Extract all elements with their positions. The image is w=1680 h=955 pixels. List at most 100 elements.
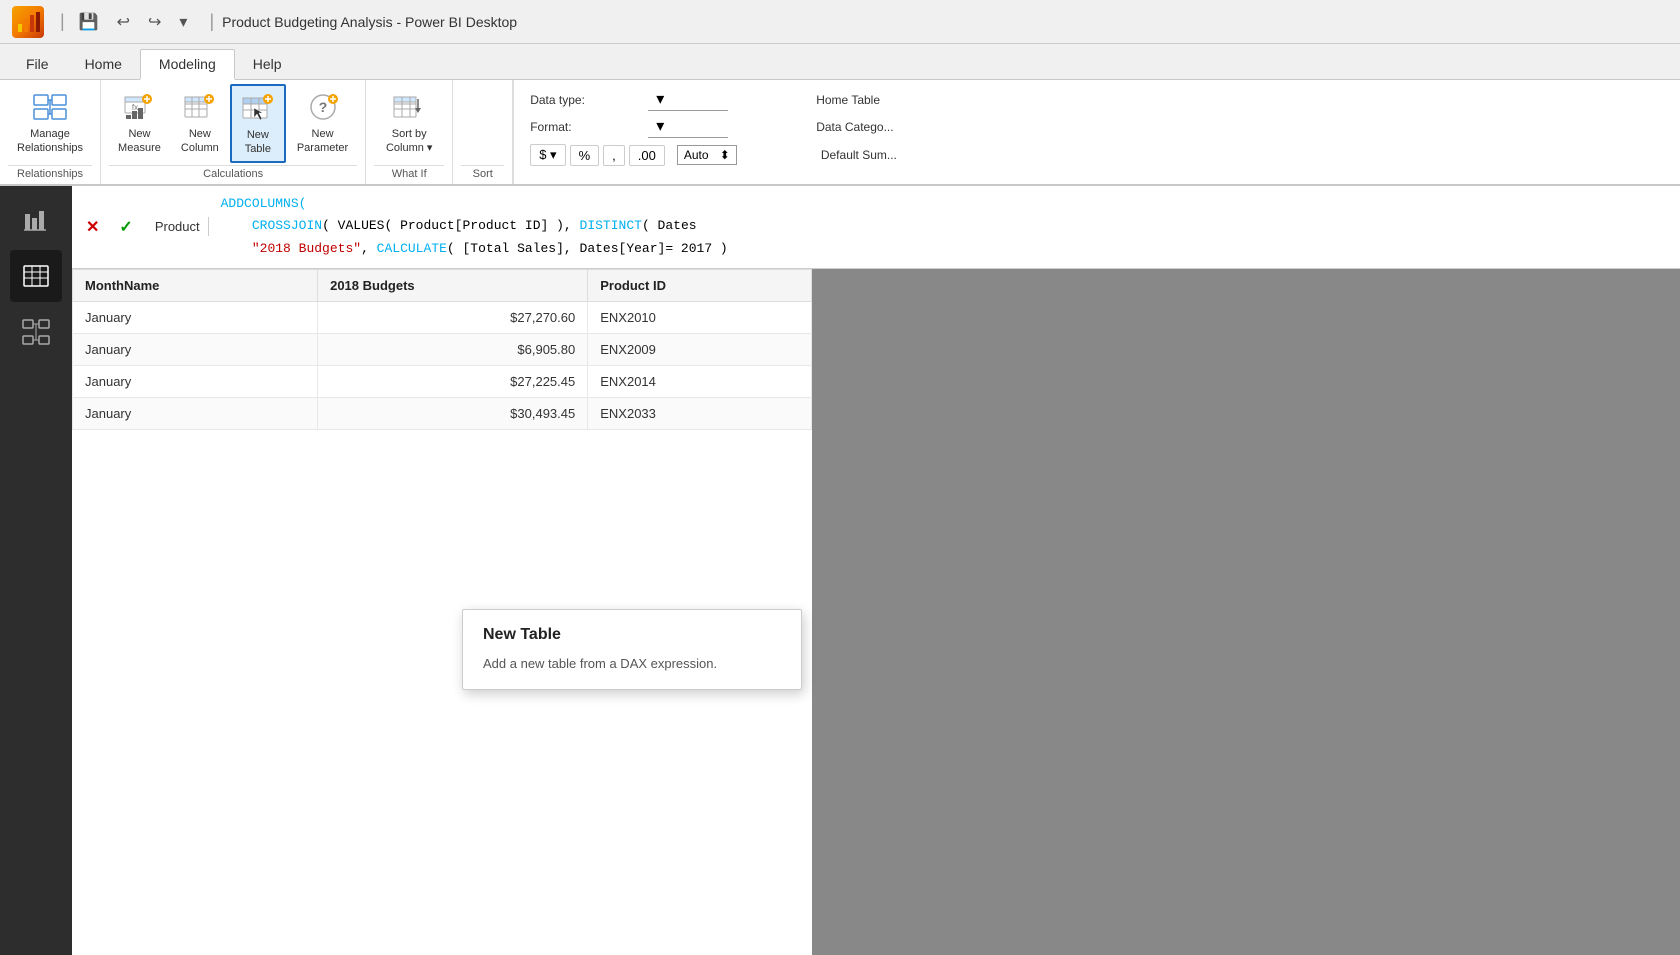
data-category-label: Data Catego... (816, 120, 893, 134)
formula-comma: , (361, 241, 377, 256)
new-measure-icon: fx (121, 89, 157, 125)
svg-text:?: ? (318, 99, 327, 115)
new-measure-label: NewMeasure (118, 127, 161, 156)
home-table-label: Home Table (816, 93, 880, 107)
ribbon-group-whatif: Sort byColumn ▾ What If (366, 80, 453, 184)
format-buttons-row: $ ▾ % , .00 Auto ⬍ Default Sum... (530, 144, 1664, 166)
title-separator: | (60, 11, 65, 32)
cell-budgets: $6,905.80 (318, 333, 588, 365)
table-row: January$30,493.45ENX2033 (73, 397, 812, 429)
tab-help[interactable]: Help (235, 50, 300, 80)
data-type-dropdown[interactable]: ▾ (648, 88, 728, 111)
new-table-button[interactable]: NewTable (230, 84, 286, 163)
content-area: ✕ ✓ Product ADDCOLUMNS( CROSSJOIN( VALUE… (72, 186, 1680, 955)
formula-confirm-button[interactable]: ✓ (113, 215, 138, 239)
format-dropdown[interactable]: ▾ (648, 115, 728, 138)
formula-line-1: ADDCOLUMNS( (221, 194, 1672, 215)
tooltip-title: New Table (483, 626, 781, 644)
data-table: MonthName 2018 Budgets Product ID Januar… (72, 269, 812, 430)
calculations-buttons: fx NewMeasure (109, 84, 357, 165)
tooltip-body: Add a new table from a DAX expression. (483, 654, 781, 674)
formula-str-1: "2018 Budgets" (252, 241, 361, 256)
cell-budgets: $27,225.45 (318, 365, 588, 397)
app-logo (12, 6, 44, 38)
sidebar-icon-relationships[interactable] (10, 306, 62, 358)
currency-format-button[interactable]: $ ▾ (530, 144, 565, 166)
save-button[interactable]: 💾 (73, 10, 105, 34)
table-row: January$27,270.60ENX2010 (73, 301, 812, 333)
formula-text-4: ( [Total Sales], Dates[Year]= 2017 ) (447, 241, 728, 256)
decimal-format-button[interactable]: .00 (629, 145, 665, 166)
formula-line-2: CROSSJOIN( VALUES( Product[Product ID] )… (221, 216, 1672, 237)
properties-section: Data type: ▾ Home Table Format: ▾ Data C… (513, 80, 1680, 184)
data-type-arrow: ▾ (656, 89, 664, 109)
svg-text:fx: fx (132, 103, 138, 112)
table-row: January$27,225.45ENX2014 (73, 365, 812, 397)
window-controls[interactable]: 💾 ↩ ↪ ▾ (73, 10, 194, 34)
col-header-budgets: 2018 Budgets (318, 269, 588, 301)
redo-button[interactable]: ↪ (142, 10, 167, 34)
undo-button[interactable]: ↩ (111, 10, 136, 34)
data-type-row: Data type: ▾ Home Table (530, 88, 1664, 111)
cell-productid: ENX2010 (588, 301, 812, 333)
cell-monthname: January (73, 333, 318, 365)
sidebar-icon-data[interactable] (10, 250, 62, 302)
table-row: January$6,905.80ENX2009 (73, 333, 812, 365)
sort-by-column-button[interactable]: Sort byColumn ▾ (374, 84, 444, 161)
formula-expression[interactable]: ADDCOLUMNS( CROSSJOIN( VALUES( Product[P… (221, 190, 1672, 264)
comma-format-button[interactable]: , (603, 145, 625, 166)
title-separator2: | (209, 11, 214, 32)
formula-keyword-4: CALCULATE (377, 241, 447, 256)
new-column-button[interactable]: NewColumn (172, 84, 228, 161)
new-parameter-button[interactable]: ? NewParameter (288, 84, 357, 161)
manage-relationships-label: ManageRelationships (17, 127, 83, 156)
formula-keyword-2: CROSSJOIN (252, 218, 322, 233)
col-header-productid: Product ID (588, 269, 812, 301)
cell-productid: ENX2033 (588, 397, 812, 429)
format-label: Format: (530, 120, 640, 134)
main-area: ✕ ✓ Product ADDCOLUMNS( CROSSJOIN( VALUE… (0, 186, 1680, 955)
col-header-monthname: MonthName (73, 269, 318, 301)
cell-productid: ENX2009 (588, 333, 812, 365)
ribbon-tabs: File Home Modeling Help (0, 44, 1680, 80)
title-bar: | 💾 ↩ ↪ ▾ | Product Budgeting Analysis -… (0, 0, 1680, 44)
new-parameter-label: NewParameter (297, 127, 348, 156)
table-and-canvas: MonthName 2018 Budgets Product ID Januar… (72, 269, 1680, 955)
auto-spinner[interactable]: ⬍ (720, 148, 730, 162)
formula-keyword-3: DISTINCT (580, 218, 642, 233)
formula-line-3: "2018 Budgets", CALCULATE( [Total Sales]… (221, 239, 1672, 260)
formula-bar: ✕ ✓ Product ADDCOLUMNS( CROSSJOIN( VALUE… (72, 186, 1680, 269)
manage-relationships-icon (32, 89, 68, 125)
ribbon: ManageRelationships Relationships fx (0, 80, 1680, 186)
tab-home[interactable]: Home (67, 50, 140, 80)
sort-group-label: Sort (461, 165, 504, 180)
ribbon-group-sort: Sort (453, 80, 513, 184)
new-table-icon (240, 90, 276, 126)
manage-relationships-button[interactable]: ManageRelationships (8, 84, 92, 161)
cell-monthname: January (73, 365, 318, 397)
relationships-group-label: Relationships (8, 165, 92, 180)
sort-by-column-icon (391, 89, 427, 125)
cell-budgets: $27,270.60 (318, 301, 588, 333)
auto-value: Auto (684, 148, 709, 162)
new-measure-button[interactable]: fx NewMeasure (109, 84, 170, 161)
customize-button[interactable]: ▾ (173, 10, 193, 34)
sidebar-icon-report[interactable] (10, 194, 62, 246)
auto-input[interactable]: Auto ⬍ (677, 145, 737, 165)
sort-buttons (461, 84, 504, 165)
formula-cancel-button[interactable]: ✕ (80, 215, 105, 239)
canvas-background (812, 269, 1680, 955)
new-column-icon (182, 89, 218, 125)
format-arrow: ▾ (656, 116, 664, 136)
tab-file[interactable]: File (8, 50, 67, 80)
sort-by-column-label: Sort byColumn ▾ (386, 127, 432, 156)
format-row: Format: ▾ Data Catego... (530, 115, 1664, 138)
whatif-buttons: Sort byColumn ▾ (374, 84, 444, 165)
formula-text-2: ( VALUES( Product[Product ID] ), (322, 218, 579, 233)
whatif-group-label: What If (374, 165, 444, 180)
tab-modeling[interactable]: Modeling (140, 49, 235, 80)
new-column-label: NewColumn (181, 127, 219, 156)
percent-format-button[interactable]: % (570, 145, 600, 166)
ribbon-group-relationships: ManageRelationships Relationships (0, 80, 101, 184)
new-table-label: NewTable (245, 128, 271, 157)
